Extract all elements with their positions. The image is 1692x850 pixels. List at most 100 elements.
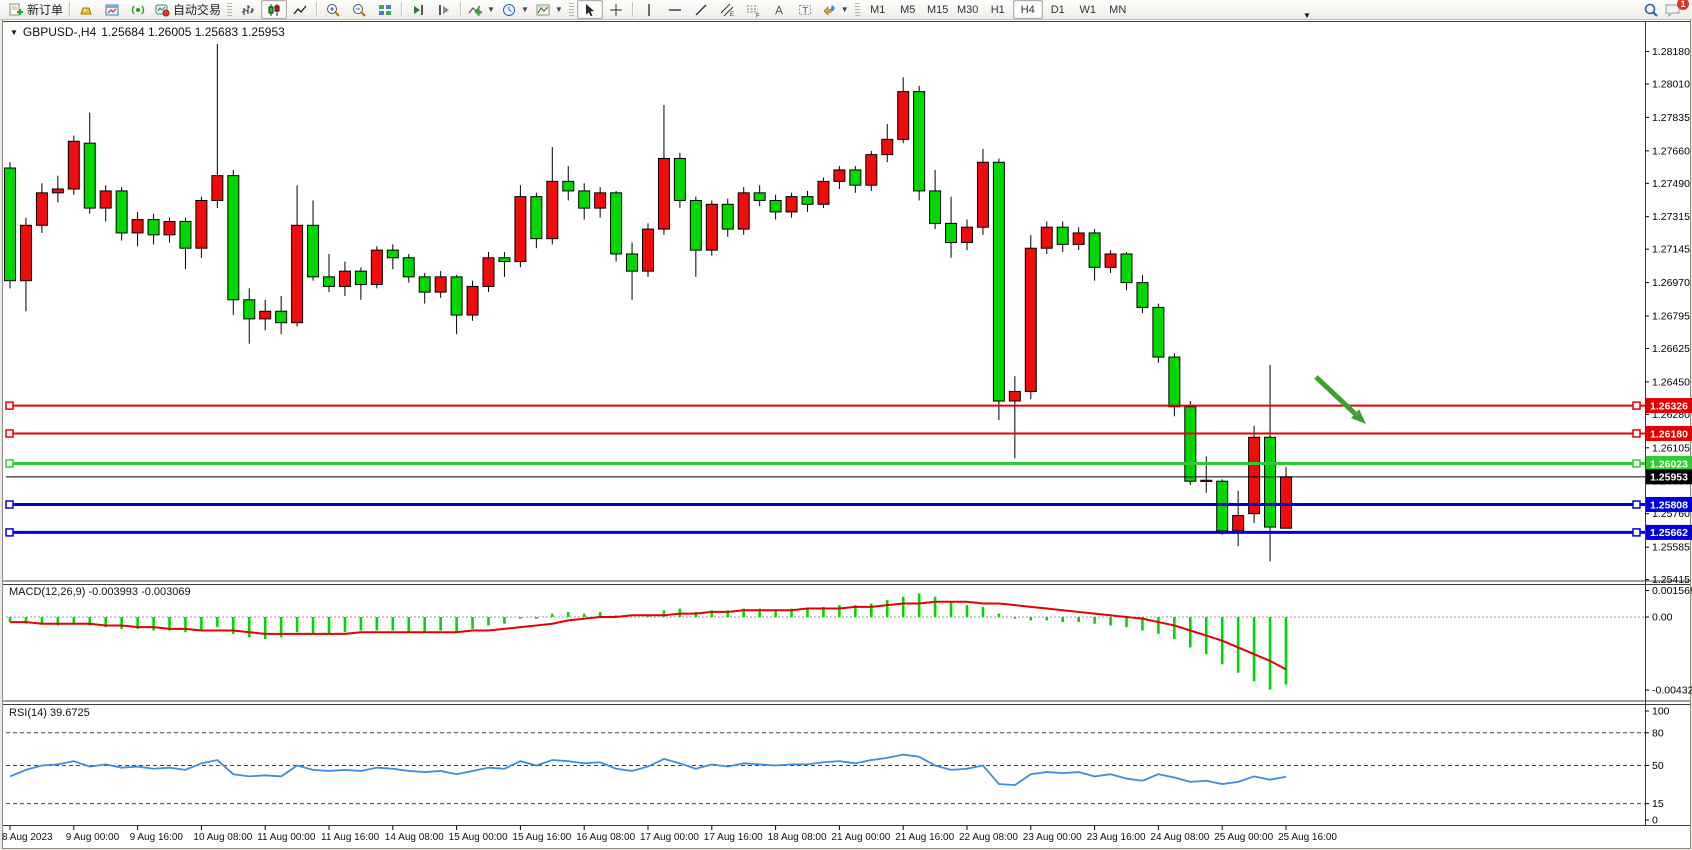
equidistant-channel-tool-button[interactable]: E xyxy=(714,0,740,19)
timeframe-m30-button[interactable]: M30 xyxy=(953,0,983,19)
line-handle[interactable] xyxy=(6,529,13,536)
date-tick-label: 16 Aug 08:00 xyxy=(576,832,635,843)
macd-tick-label: -0.004322 xyxy=(1652,685,1692,697)
zoom-out-button[interactable] xyxy=(346,0,372,19)
candle-body xyxy=(674,158,685,200)
candle-body xyxy=(403,258,414,277)
candle-body xyxy=(898,92,909,140)
line-handle[interactable] xyxy=(6,430,13,437)
line-handle[interactable] xyxy=(1633,430,1640,437)
signals-button[interactable] xyxy=(125,0,151,19)
candle-body xyxy=(1201,480,1212,481)
indicators-button[interactable]: ▼ xyxy=(464,0,498,19)
new-order-label: 新订单 xyxy=(27,1,63,18)
zoom-in-icon xyxy=(325,2,341,18)
line-handle[interactable] xyxy=(6,501,13,508)
candle-body xyxy=(690,200,701,250)
timeframe-w1-button[interactable]: W1 xyxy=(1073,0,1103,19)
candle-body xyxy=(164,221,175,234)
notifications-button[interactable]: 1 xyxy=(1664,2,1682,18)
candle-body xyxy=(212,176,223,201)
dropdown-arrow-icon[interactable]: ▼ xyxy=(1303,11,1311,20)
line-handle[interactable] xyxy=(1633,529,1640,536)
toolbar-grip[interactable] xyxy=(227,3,232,17)
candle-body xyxy=(579,191,590,208)
arrows-tool-button[interactable]: ▼ xyxy=(818,0,852,19)
bar-chart-button[interactable] xyxy=(235,0,261,19)
price-chart[interactable]: 1.281801.280101.278351.276601.274901.273… xyxy=(0,0,1692,850)
chevron-down-icon: ▼ xyxy=(521,5,529,14)
zoom-out-icon xyxy=(351,2,367,18)
new-chart-button[interactable] xyxy=(99,0,125,19)
candle-body xyxy=(483,258,494,287)
line-handle[interactable] xyxy=(1633,501,1640,508)
candle-body xyxy=(276,311,287,322)
candlestick-chart-button[interactable] xyxy=(261,0,287,19)
horizontal-line-tool-button[interactable] xyxy=(662,0,688,19)
tile-windows-button[interactable] xyxy=(372,0,398,19)
search-button[interactable] xyxy=(1638,0,1664,19)
rsi-tick-label: 0 xyxy=(1652,815,1658,827)
line-handle[interactable] xyxy=(6,402,13,409)
timeframe-m5-button[interactable]: M5 xyxy=(893,0,923,19)
candle-body xyxy=(563,181,574,191)
chart-shift-button[interactable] xyxy=(431,0,457,19)
candle-body xyxy=(882,139,893,154)
candle-body xyxy=(244,300,255,319)
candle-body xyxy=(754,193,765,201)
candle-body xyxy=(132,220,143,233)
line-handle[interactable] xyxy=(1633,402,1640,409)
price-tick-label: 1.27145 xyxy=(1652,244,1690,256)
candle-body xyxy=(770,200,781,211)
crosshair-tool-button[interactable] xyxy=(603,0,629,19)
toolbar-grip[interactable] xyxy=(855,3,860,17)
zoom-in-button[interactable] xyxy=(320,0,346,19)
new-order-button[interactable]: 新订单 xyxy=(5,0,66,19)
line-chart-button[interactable] xyxy=(287,0,313,19)
candle-body xyxy=(371,250,382,284)
candle-body xyxy=(706,204,717,250)
auto-scroll-button[interactable] xyxy=(405,0,431,19)
candle-body xyxy=(1073,233,1084,244)
annotation-arrow-shaft[interactable] xyxy=(1316,377,1355,414)
templates-button[interactable]: ▼ xyxy=(532,0,566,19)
text-tool-button[interactable]: A xyxy=(766,0,792,19)
horizontal-line-icon xyxy=(667,2,683,18)
cursor-tool-button[interactable] xyxy=(577,0,603,19)
candle-body xyxy=(435,277,446,292)
signal-icon xyxy=(130,2,146,18)
application-window: 新订单 xyxy=(0,0,1692,850)
fibonacci-tool-button[interactable]: F xyxy=(740,0,766,19)
text-label-tool-button[interactable]: T xyxy=(792,0,818,19)
chart-title: ▼ GBPUSD-,H4 1.25684 1.26005 1.25683 1.2… xyxy=(10,25,285,39)
candle-body xyxy=(1281,477,1292,528)
auto-trading-button[interactable]: 自动交易 xyxy=(151,0,224,19)
timeframe-h1-button[interactable]: H1 xyxy=(983,0,1013,19)
toolbar-separator xyxy=(401,2,402,17)
candle-body xyxy=(658,158,669,229)
vertical-line-tool-button[interactable] xyxy=(636,0,662,19)
timeframe-d1-button[interactable]: D1 xyxy=(1043,0,1073,19)
chevron-down-icon: ▼ xyxy=(555,5,563,14)
date-tick-label: 21 Aug 16:00 xyxy=(895,832,954,843)
candle-body xyxy=(1249,437,1260,513)
collapse-triangle-icon[interactable]: ▼ xyxy=(10,28,18,37)
timeframe-m1-button[interactable]: M1 xyxy=(863,0,893,19)
toolbar-grip[interactable] xyxy=(569,3,574,17)
candle-body xyxy=(977,162,988,227)
candle-body xyxy=(308,225,319,277)
timeframe-m15-button[interactable]: M15 xyxy=(923,0,953,19)
line-handle[interactable] xyxy=(6,460,13,467)
timeframe-mn-button[interactable]: MN xyxy=(1103,0,1133,19)
candle-body xyxy=(834,170,845,181)
periods-button[interactable]: ▼ xyxy=(498,0,532,19)
text-label-icon: T xyxy=(797,2,813,18)
candle-body xyxy=(1121,254,1132,283)
line-handle[interactable] xyxy=(1633,460,1640,467)
timeframe-h4-button[interactable]: H4 xyxy=(1013,0,1043,19)
gold-symbol-button[interactable] xyxy=(73,0,99,19)
candle-body xyxy=(68,141,79,189)
candle-body xyxy=(36,193,47,225)
candle-body xyxy=(946,223,957,242)
trendline-tool-button[interactable] xyxy=(688,0,714,19)
